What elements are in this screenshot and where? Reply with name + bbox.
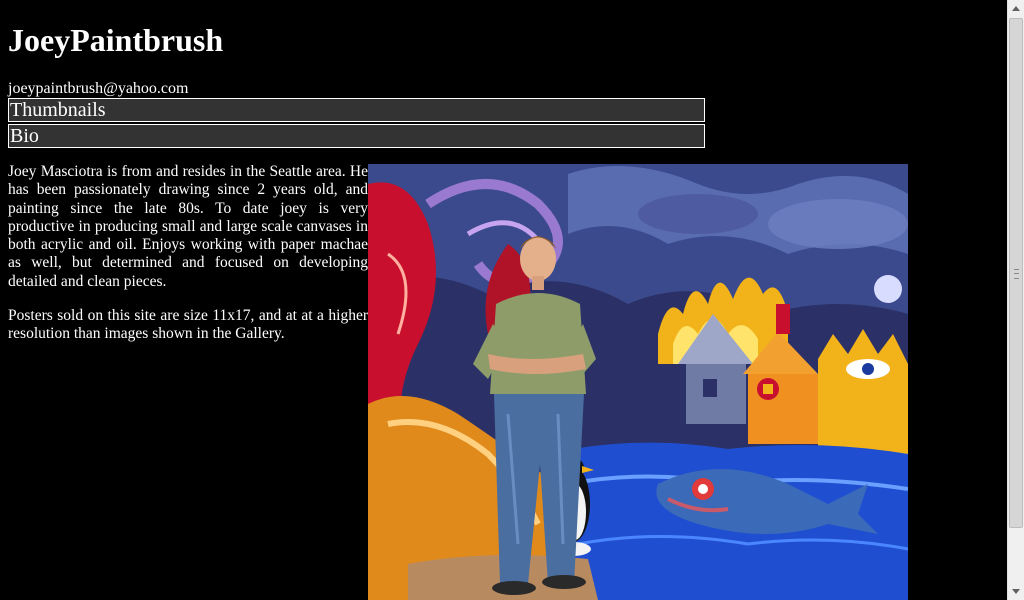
page: JoeyPaintbrush joeypaintbrush@yahoo.com …: [0, 0, 1007, 600]
site-title: JoeyPaintbrush: [8, 22, 224, 58]
nav-bio[interactable]: Bio: [8, 124, 705, 148]
scrollbar-thumb[interactable]: [1009, 18, 1023, 528]
scroll-down-button[interactable]: [1008, 583, 1024, 600]
vertical-scrollbar[interactable]: [1007, 0, 1024, 600]
triangle-down-icon: [1012, 589, 1020, 594]
grip-icon: [1014, 269, 1019, 279]
triangle-up-icon: [1012, 6, 1020, 11]
artist-photo: [368, 164, 908, 600]
bio-text: Joey Masciotra is from and resides in th…: [8, 163, 368, 360]
nav-thumbnails[interactable]: Thumbnails: [8, 98, 705, 122]
scroll-up-button[interactable]: [1008, 0, 1024, 17]
bio-paragraph: Posters sold on this site are size 11x17…: [8, 307, 368, 343]
bio-paragraph: Joey Masciotra is from and resides in th…: [8, 163, 368, 290]
email-link[interactable]: joeypaintbrush@yahoo.com: [8, 80, 188, 98]
